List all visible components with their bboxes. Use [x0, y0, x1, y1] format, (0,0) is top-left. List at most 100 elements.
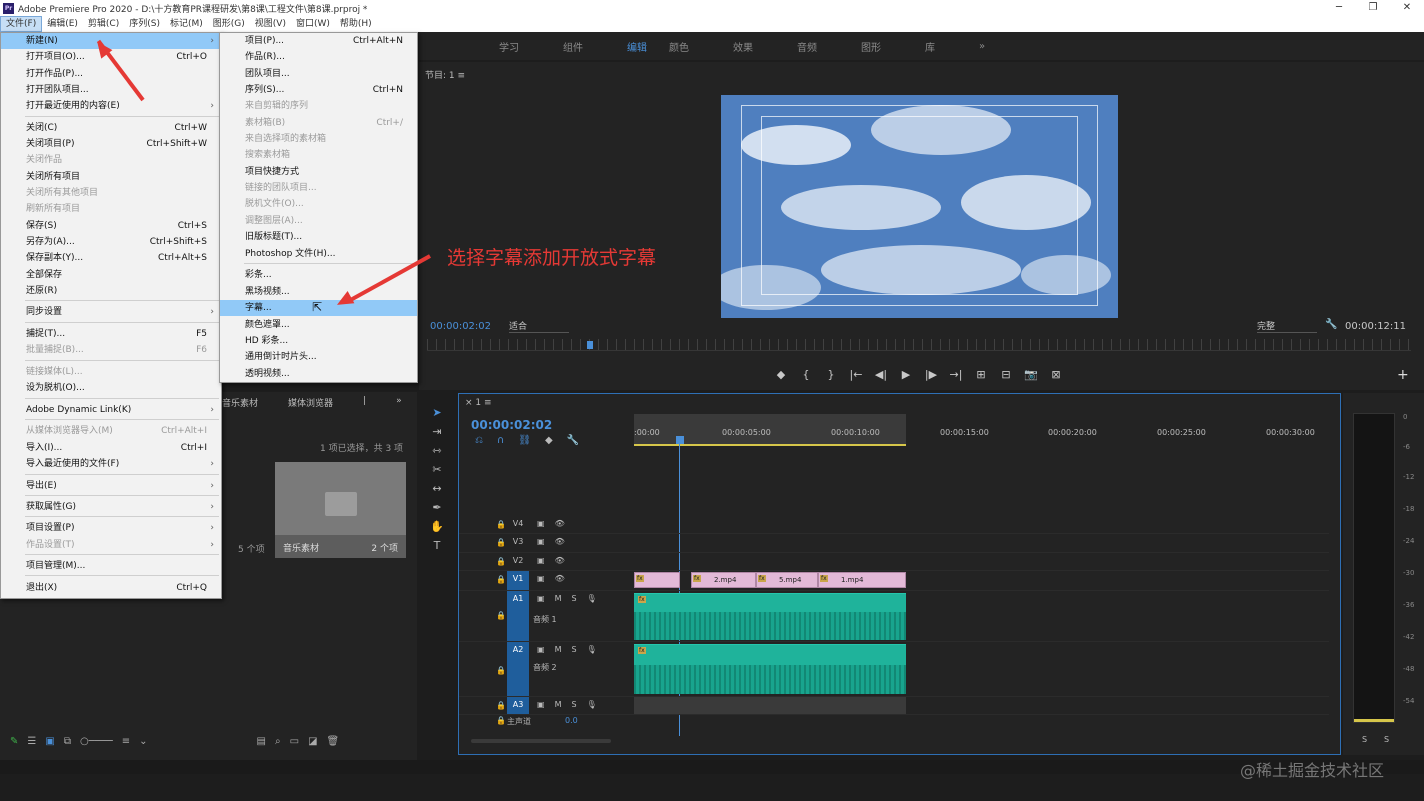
zoom-slider[interactable]: ○────: [80, 736, 113, 747]
file-menu-item[interactable]: 退出(X) Ctrl+Q: [1, 580, 221, 596]
step-back-button[interactable]: ◀|: [874, 368, 888, 381]
solo-button[interactable]: S: [571, 645, 576, 654]
menu-edit[interactable]: 编辑(E): [42, 16, 83, 32]
file-menu-item[interactable]: 项目设置(P) ›: [1, 520, 221, 536]
new-submenu-item[interactable]: 团队项目...: [220, 66, 417, 82]
timeline-playhead-handle[interactable]: [676, 436, 684, 444]
workspace-overflow-icon[interactable]: »: [979, 41, 985, 52]
file-menu-item[interactable]: 导入最近使用的文件(F) ›: [1, 456, 221, 472]
file-menu-item[interactable]: 关闭所有项目: [1, 169, 221, 185]
menu-window[interactable]: 窗口(W): [291, 16, 335, 32]
solo-button[interactable]: S: [571, 700, 576, 709]
icon-view-icon[interactable]: ▣: [45, 736, 54, 747]
workspace-editing[interactable]: 编辑: [627, 39, 647, 54]
snap-magnet-icon[interactable]: ∩: [497, 435, 504, 446]
write-protect-pencil-icon[interactable]: ✎: [10, 736, 18, 747]
step-forward-button[interactable]: |▶: [924, 368, 938, 381]
new-bin-icon[interactable]: ▭: [290, 736, 299, 747]
file-menu-item[interactable]: 捕捉(T)... F5: [1, 326, 221, 342]
mute-button[interactable]: M: [555, 594, 562, 603]
eye-icon[interactable]: 👁: [555, 574, 565, 583]
trash-icon[interactable]: 🗑: [327, 736, 340, 747]
microphone-icon[interactable]: 🎙: [587, 594, 597, 603]
timeline-settings-wrench-icon[interactable]: 🔧: [567, 435, 579, 446]
new-submenu-item[interactable]: 通用倒计时片头...: [220, 349, 417, 365]
solo-left-button[interactable]: S: [1362, 735, 1367, 744]
sync-lock-icon[interactable]: ▣: [537, 594, 545, 603]
automate-to-sequence-icon[interactable]: ▤: [257, 736, 266, 747]
sort-icon[interactable]: ≡: [122, 736, 130, 747]
menu-file[interactable]: 文件(F): [0, 16, 43, 32]
menu-graphics[interactable]: 图形(G): [208, 16, 250, 32]
mark-in-button[interactable]: {: [799, 368, 813, 381]
new-submenu-item[interactable]: 序列(S)... Ctrl+N: [220, 82, 417, 98]
new-submenu-item[interactable]: 黑场视频...: [220, 284, 417, 300]
timeline-horizontal-scrollbar[interactable]: [471, 739, 611, 743]
play-button[interactable]: ▶: [899, 368, 913, 381]
master-volume-value[interactable]: 0.0: [565, 716, 578, 725]
linked-selection-icon[interactable]: ⛓: [518, 435, 531, 446]
file-menu-item[interactable]: 项目管理(M)...: [1, 558, 221, 574]
audio-clip[interactable]: fx: [634, 644, 906, 694]
lock-icon[interactable]: 🔒: [496, 575, 506, 584]
track-name[interactable]: A1: [507, 591, 529, 641]
file-menu-item[interactable]: 打开作品(P)...: [1, 66, 221, 82]
video-clip[interactable]: fx 1.mp4: [818, 572, 906, 588]
find-icon[interactable]: ⌕: [275, 736, 281, 747]
pen-tool-icon[interactable]: ✒: [432, 501, 441, 514]
program-playhead[interactable]: [587, 341, 593, 349]
menu-help[interactable]: 帮助(H): [335, 16, 377, 32]
sync-lock-icon[interactable]: ▣: [537, 556, 545, 565]
menu-clip[interactable]: 剪辑(C): [83, 16, 124, 32]
mute-button[interactable]: M: [555, 700, 562, 709]
add-marker-button[interactable]: ◆: [774, 368, 788, 381]
export-frame-button[interactable]: 📷: [1024, 368, 1038, 381]
file-menu-item[interactable]: 关闭项目(P) Ctrl+Shift+W: [1, 136, 221, 152]
lock-icon[interactable]: 🔒: [496, 538, 506, 547]
add-marker-icon[interactable]: ◆: [545, 435, 553, 446]
file-menu-item[interactable]: 关闭(C) Ctrl+W: [1, 120, 221, 136]
microphone-icon[interactable]: 🎙: [587, 700, 597, 709]
file-menu-item[interactable]: 导出(E) ›: [1, 478, 221, 494]
solo-right-button[interactable]: S: [1384, 735, 1389, 744]
timeline-time-ruler[interactable]: :00:00 00:00:05:00 00:00:10:00 00:00:15:…: [634, 414, 1324, 446]
lift-button[interactable]: ⊞: [974, 368, 988, 381]
sync-lock-icon[interactable]: ▣: [537, 700, 545, 709]
file-menu-item[interactable]: 同步设置 ›: [1, 304, 221, 320]
new-submenu-item[interactable]: 颜色遮罩...: [220, 317, 417, 333]
eye-icon[interactable]: 👁: [555, 537, 565, 546]
file-menu-item[interactable]: 保存副本(Y)... Ctrl+Alt+S: [1, 250, 221, 266]
program-preview-frame[interactable]: [721, 95, 1118, 318]
new-submenu-item[interactable]: 项目快捷方式: [220, 164, 417, 180]
panel-overflow-icon[interactable]: »: [396, 396, 402, 409]
mark-out-button[interactable]: }: [824, 368, 838, 381]
mute-button[interactable]: M: [555, 645, 562, 654]
go-to-in-button[interactable]: |←: [849, 368, 863, 381]
timeline-tab[interactable]: × 1 ≡: [465, 398, 492, 408]
new-submenu-item[interactable]: 项目(P)... Ctrl+Alt+N: [220, 33, 417, 49]
sync-lock-icon[interactable]: ▣: [537, 645, 545, 654]
lock-icon[interactable]: 🔒: [496, 716, 506, 725]
video-clip[interactable]: fx 5.mp4: [756, 572, 818, 588]
workspace-assembly[interactable]: 组件: [563, 39, 583, 54]
comparison-view-button[interactable]: ⊠: [1049, 368, 1063, 381]
video-clip[interactable]: fx 2.mp4: [691, 572, 756, 588]
file-menu-item[interactable]: 全部保存: [1, 267, 221, 283]
workspace-audio[interactable]: 音频: [797, 39, 817, 54]
file-menu-item[interactable]: 设为脱机(O)...: [1, 380, 221, 396]
file-menu-item[interactable]: Adobe Dynamic Link(K) ›: [1, 402, 221, 418]
menu-marker[interactable]: 标记(M): [165, 16, 208, 32]
file-menu-item[interactable]: 还原(R): [1, 283, 221, 299]
eye-icon[interactable]: 👁: [555, 519, 565, 528]
track-name[interactable]: A2: [507, 642, 529, 696]
new-submenu-item[interactable]: HD 彩条...: [220, 333, 417, 349]
lock-icon[interactable]: 🔒: [496, 666, 506, 675]
button-editor-add-icon[interactable]: +: [1397, 367, 1409, 383]
lock-icon[interactable]: 🔒: [496, 557, 506, 566]
file-menu-item[interactable]: 打开团队项目...: [1, 82, 221, 98]
selection-tool-icon[interactable]: ➤: [432, 406, 441, 419]
playback-resolution-select[interactable]: 完整: [1257, 319, 1317, 333]
new-submenu-item[interactable]: Photoshop 文件(H)...: [220, 246, 417, 262]
lock-icon[interactable]: 🔒: [496, 701, 506, 710]
list-view-icon[interactable]: ☰: [27, 736, 36, 747]
